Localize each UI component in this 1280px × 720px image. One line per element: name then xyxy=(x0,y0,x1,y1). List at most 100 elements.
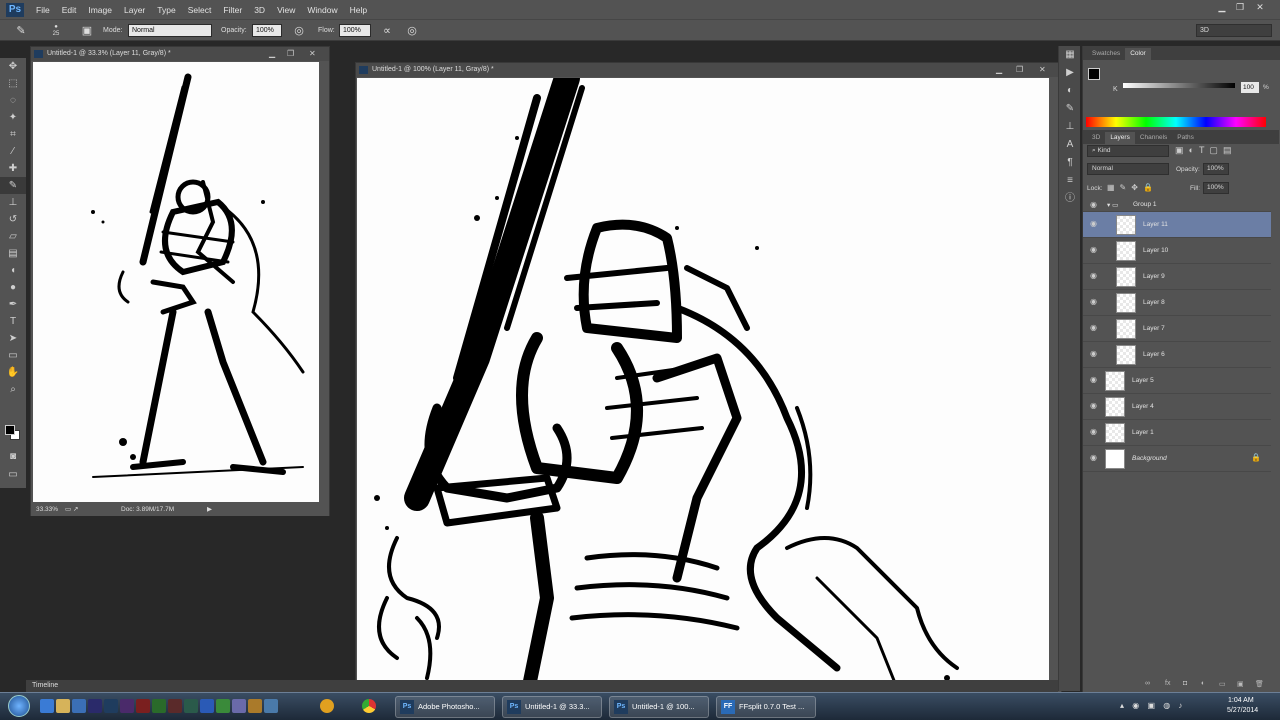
marquee-tool-icon[interactable]: ⬚ xyxy=(0,75,26,92)
pen-tool-icon[interactable]: ✒ xyxy=(0,296,26,313)
chrome-icon[interactable] xyxy=(362,699,376,713)
quicklaunch-icon[interactable] xyxy=(184,699,198,713)
character-icon[interactable]: A xyxy=(1059,136,1081,154)
adjustments-icon[interactable]: ◐ xyxy=(1059,82,1081,100)
document-tab-large[interactable]: Untitled-1 @ 100% (Layer 11, Gray/8) * ▁… xyxy=(356,63,1061,77)
type-tool-icon[interactable]: T xyxy=(0,313,26,330)
menu-view[interactable]: View xyxy=(271,5,301,15)
eye-icon[interactable]: ◉ xyxy=(1090,376,1100,384)
move-tool-icon[interactable]: ✥ xyxy=(0,58,26,75)
layer-row[interactable]: ◉ Layer 8 xyxy=(1083,290,1271,316)
quicklaunch-icon[interactable] xyxy=(120,699,134,713)
brush-size-preset[interactable]: ● 25 xyxy=(50,24,62,38)
clock-date[interactable]: 5/27/2014 xyxy=(1227,707,1258,714)
eye-icon[interactable]: ◉ xyxy=(1090,454,1100,462)
tab-layers[interactable]: Layers xyxy=(1105,132,1135,144)
brush-presets-icon[interactable]: ✎ xyxy=(1059,100,1081,118)
media-player-icon[interactable] xyxy=(320,699,334,713)
path-select-icon[interactable]: ➤ xyxy=(0,330,26,347)
link-layers-icon[interactable]: ∞ xyxy=(1145,680,1150,687)
tab-color[interactable]: Color xyxy=(1125,48,1151,60)
layer-group-row[interactable]: ◉ ▾ ▭ Group 1 xyxy=(1083,198,1271,212)
actions-icon[interactable]: ▶ xyxy=(1059,64,1081,82)
status-icons[interactable]: ▭ ↗ xyxy=(65,503,78,516)
mask-icon[interactable]: ◘ xyxy=(1183,680,1187,687)
quicklaunch-icon[interactable] xyxy=(56,699,70,713)
menu-layer[interactable]: Layer xyxy=(118,5,151,15)
menu-type[interactable]: Type xyxy=(151,5,181,15)
new-group-icon[interactable]: ▭ xyxy=(1219,680,1226,688)
color-spectrum[interactable] xyxy=(1086,117,1266,127)
menu-image[interactable]: Image xyxy=(82,5,118,15)
taskbar-task[interactable]: Ps Untitled-1 @ 33.3... xyxy=(502,696,602,718)
quicklaunch-icon[interactable] xyxy=(152,699,166,713)
fx-icon[interactable]: fx xyxy=(1165,680,1170,687)
new-layer-icon[interactable]: ▣ xyxy=(1237,680,1244,688)
quicklaunch-icon[interactable] xyxy=(136,699,150,713)
maximize-icon[interactable]: ❐ xyxy=(287,47,294,61)
eye-icon[interactable]: ◉ xyxy=(1090,220,1100,228)
layer-opacity-input[interactable]: 100% xyxy=(1203,163,1229,175)
quicklaunch-icon[interactable] xyxy=(72,699,86,713)
layer-row[interactable]: ◉ Layer 7 xyxy=(1083,316,1271,342)
quicklaunch-icon[interactable] xyxy=(216,699,230,713)
quick-select-tool-icon[interactable]: ✦ xyxy=(0,109,26,126)
layer-row[interactable]: ◉ Background 🔒 xyxy=(1083,446,1271,472)
flow-input[interactable]: 100% xyxy=(339,24,371,37)
paragraph-icon[interactable]: ¶ xyxy=(1059,154,1081,172)
mode-select[interactable]: Normal xyxy=(128,24,212,37)
tray-icons[interactable]: ▴ ◉ ▣ ◍ ♪ xyxy=(1120,701,1185,710)
close-icon[interactable]: ✕ xyxy=(1252,2,1268,14)
eraser-tool-icon[interactable]: ▱ xyxy=(0,228,26,245)
brush-panel-icon[interactable]: ▣ xyxy=(80,24,94,38)
info-icon[interactable]: ⓘ xyxy=(1059,190,1081,208)
blur-tool-icon[interactable]: ◖ xyxy=(0,262,26,279)
quicklaunch-icon[interactable] xyxy=(104,699,118,713)
shape-tool-icon[interactable]: ▭ xyxy=(0,347,26,364)
menu-3d[interactable]: 3D xyxy=(248,5,271,15)
filter-icons[interactable]: ▣◐T▢▤ xyxy=(1175,145,1236,156)
start-button[interactable] xyxy=(8,695,30,717)
minimize-icon[interactable]: ▁ xyxy=(1214,2,1230,14)
layer-row[interactable]: ◉ Layer 5 xyxy=(1083,368,1271,394)
close-icon[interactable]: ✕ xyxy=(1039,63,1046,77)
lasso-tool-icon[interactable]: ◌ xyxy=(0,92,26,109)
taskbar-task[interactable]: Ps Untitled-1 @ 100... xyxy=(609,696,709,718)
workspace-select[interactable]: 3D xyxy=(1196,24,1272,37)
eye-icon[interactable]: ◉ xyxy=(1090,201,1100,209)
brush-tool-icon[interactable]: ✎ xyxy=(0,177,26,194)
crop-tool-icon[interactable]: ⌗ xyxy=(0,126,26,143)
stamp-tool-icon[interactable]: ⊥ xyxy=(0,194,26,211)
document-tab-small[interactable]: Untitled-1 @ 33.3% (Layer 11, Gray/8) * … xyxy=(31,47,329,61)
clock-time[interactable]: 1:04 AM xyxy=(1228,697,1254,704)
layer-row[interactable]: ◉ Layer 4 xyxy=(1083,394,1271,420)
eye-icon[interactable]: ◉ xyxy=(1090,402,1100,410)
eye-icon[interactable]: ◉ xyxy=(1090,246,1100,254)
zoom-level[interactable]: 33.33% xyxy=(36,503,58,516)
hand-tool-icon[interactable]: ✋ xyxy=(0,364,26,381)
tab-paths[interactable]: Paths xyxy=(1172,132,1199,144)
color-fg-swatch[interactable] xyxy=(1088,68,1100,80)
timeline-tab[interactable]: Timeline xyxy=(32,682,58,689)
trash-icon[interactable]: 🗑 xyxy=(1255,680,1264,688)
k-value-input[interactable]: 100 xyxy=(1241,82,1259,93)
canvas-large[interactable] xyxy=(357,78,1049,696)
brush-tool-icon[interactable]: ✎ xyxy=(14,24,28,38)
tab-swatches[interactable]: Swatches xyxy=(1087,48,1125,60)
eyedropper-tool-icon[interactable]: ⁄ xyxy=(0,143,26,160)
quicklaunch-icon[interactable] xyxy=(168,699,182,713)
foreground-color-swatch[interactable] xyxy=(5,425,15,435)
menu-file[interactable]: File xyxy=(30,5,56,15)
history-icon[interactable]: ▦ xyxy=(1059,46,1081,64)
history-brush-icon[interactable]: ↺ xyxy=(0,211,26,228)
menu-edit[interactable]: Edit xyxy=(56,5,83,15)
dodge-tool-icon[interactable]: ● xyxy=(0,279,26,296)
minimize-icon[interactable]: ▁ xyxy=(269,47,275,61)
maximize-icon[interactable]: ❐ xyxy=(1016,63,1023,77)
eye-icon[interactable]: ◉ xyxy=(1090,272,1100,280)
clone-source-icon[interactable]: ⊥ xyxy=(1059,118,1081,136)
properties-icon[interactable]: ≡ xyxy=(1059,172,1081,190)
tab-3d[interactable]: 3D xyxy=(1087,132,1105,144)
healing-tool-icon[interactable]: ✚ xyxy=(0,160,26,177)
layer-row[interactable]: ◉ Layer 1 xyxy=(1083,420,1271,446)
